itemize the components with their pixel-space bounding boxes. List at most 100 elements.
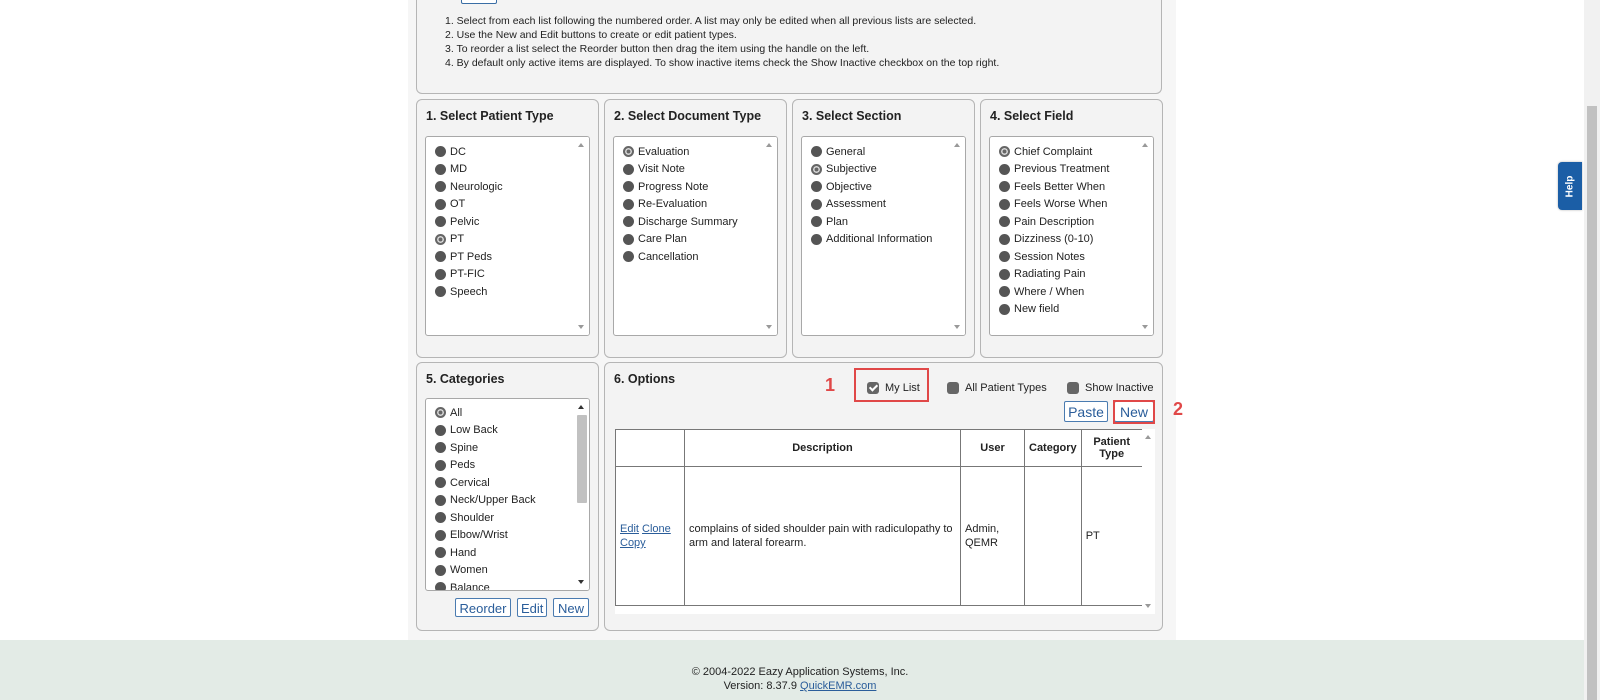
scroll-thumb[interactable] xyxy=(577,415,587,503)
list-item[interactable]: Session Notes xyxy=(999,248,1109,266)
radio-icon[interactable] xyxy=(999,268,1010,280)
list-item[interactable]: Radiating Pain xyxy=(999,266,1109,284)
edit-category-button[interactable]: Edit xyxy=(517,598,547,617)
radio-icon[interactable] xyxy=(435,529,446,541)
list-item[interactable]: Speech xyxy=(435,283,503,301)
list-item[interactable]: Spine xyxy=(435,439,536,457)
copy-link[interactable]: Copy xyxy=(620,537,646,549)
radio-icon[interactable] xyxy=(435,494,446,506)
radio-icon[interactable] xyxy=(435,442,446,454)
list-item[interactable]: PT xyxy=(435,231,503,249)
list-item[interactable]: Low Back xyxy=(435,422,536,440)
scroll-down-icon[interactable] xyxy=(578,580,584,584)
list-item[interactable]: Peds xyxy=(435,457,536,475)
radio-icon[interactable] xyxy=(435,459,446,471)
show-inactive-option[interactable]: Show Inactive xyxy=(1067,382,1153,394)
radio-icon[interactable] xyxy=(435,424,446,436)
list-item[interactable]: Dizziness (0-10) xyxy=(999,231,1109,249)
radio-icon[interactable] xyxy=(999,286,1010,298)
show-inactive-checkbox[interactable] xyxy=(1067,382,1079,394)
paste-button[interactable]: Paste xyxy=(1064,401,1108,422)
radio-icon[interactable] xyxy=(623,163,634,175)
list-item[interactable]: Feels Worse When xyxy=(999,196,1109,214)
radio-icon[interactable] xyxy=(999,251,1010,263)
scroll-down-icon[interactable] xyxy=(578,325,584,329)
list-item[interactable]: Previous Treatment xyxy=(999,161,1109,179)
reorder-button[interactable]: Reorder xyxy=(455,598,511,617)
list-item[interactable]: Discharge Summary xyxy=(623,213,738,231)
radio-icon[interactable] xyxy=(811,163,822,175)
list-item[interactable]: Evaluation xyxy=(623,143,738,161)
radio-icon[interactable] xyxy=(435,407,446,419)
list-item[interactable]: MD xyxy=(435,161,503,179)
radio-icon[interactable] xyxy=(999,216,1010,228)
radio-icon[interactable] xyxy=(999,198,1010,210)
radio-icon[interactable] xyxy=(435,233,446,245)
radio-icon[interactable] xyxy=(435,251,446,263)
radio-icon[interactable] xyxy=(811,181,822,193)
radio-icon[interactable] xyxy=(999,163,1010,175)
list-item[interactable]: Visit Note xyxy=(623,161,738,179)
document-type-scrollbar[interactable] xyxy=(762,137,777,335)
section-scrollbar[interactable] xyxy=(950,137,965,335)
radio-icon[interactable] xyxy=(623,233,634,245)
list-item[interactable]: Objective xyxy=(811,178,932,196)
list-item[interactable]: Care Plan xyxy=(623,231,738,249)
list-item[interactable]: OT xyxy=(435,196,503,214)
list-item[interactable]: Hand xyxy=(435,544,536,562)
list-item[interactable]: PT-FIC xyxy=(435,266,503,284)
radio-icon[interactable] xyxy=(435,477,446,489)
radio-icon[interactable] xyxy=(435,146,446,158)
list-item[interactable]: Neurologic xyxy=(435,178,503,196)
list-item[interactable]: Assessment xyxy=(811,196,932,214)
scroll-down-icon[interactable] xyxy=(954,325,960,329)
list-item[interactable]: General xyxy=(811,143,932,161)
scroll-up-icon[interactable] xyxy=(578,143,584,147)
list-item[interactable]: Feels Better When xyxy=(999,178,1109,196)
radio-icon[interactable] xyxy=(999,303,1010,315)
page-scrollbar[interactable] xyxy=(1584,0,1600,700)
radio-icon[interactable] xyxy=(811,146,822,158)
list-item[interactable]: Women xyxy=(435,562,536,580)
list-item[interactable]: Chief Complaint xyxy=(999,143,1109,161)
radio-icon[interactable] xyxy=(623,146,634,158)
new-category-button[interactable]: New xyxy=(553,598,589,617)
list-item[interactable]: New field xyxy=(999,301,1109,319)
radio-icon[interactable] xyxy=(435,512,446,524)
scroll-up-icon[interactable] xyxy=(954,143,960,147)
radio-icon[interactable] xyxy=(435,547,446,559)
field-scrollbar[interactable] xyxy=(1138,137,1153,335)
radio-icon[interactable] xyxy=(811,233,822,245)
radio-icon[interactable] xyxy=(435,181,446,193)
list-item[interactable]: Subjective xyxy=(811,161,932,179)
patient-type-list[interactable]: DC MD Neurologic OT Pelvic PT PT Peds PT-FIC Spe… xyxy=(425,136,590,336)
footer-quickemr-link[interactable]: QuickEMR.com xyxy=(800,680,876,692)
radio-icon[interactable] xyxy=(435,198,446,210)
scroll-up-icon[interactable] xyxy=(766,143,772,147)
edit-link[interactable]: Edit xyxy=(620,523,639,535)
categories-list[interactable]: All Low Back Spine Peds Cervical Neck/Upper B… xyxy=(425,398,590,591)
radio-icon[interactable] xyxy=(811,198,822,210)
list-item[interactable]: Plan xyxy=(811,213,932,231)
scroll-down-icon[interactable] xyxy=(766,325,772,329)
list-item[interactable]: Cancellation xyxy=(623,248,738,266)
radio-icon[interactable] xyxy=(999,233,1010,245)
list-item[interactable]: PT Peds xyxy=(435,248,503,266)
document-type-list[interactable]: Evaluation Visit Note Progress Note Re-Eval… xyxy=(613,136,778,336)
radio-icon[interactable] xyxy=(435,286,446,298)
list-item[interactable]: Progress Note xyxy=(623,178,738,196)
list-item[interactable]: DC xyxy=(435,143,503,161)
radio-icon[interactable] xyxy=(999,146,1010,158)
section-list[interactable]: General Subjective Objective Assessment Plan… xyxy=(801,136,966,336)
radio-icon[interactable] xyxy=(623,251,634,263)
radio-icon[interactable] xyxy=(623,216,634,228)
scroll-up-icon[interactable] xyxy=(1145,435,1151,439)
list-item[interactable]: Pain Description xyxy=(999,213,1109,231)
radio-icon[interactable] xyxy=(435,564,446,576)
radio-icon[interactable] xyxy=(623,181,634,193)
all-patient-types-option[interactable]: All Patient Types xyxy=(947,382,1047,394)
patient-type-scrollbar[interactable] xyxy=(574,137,589,335)
partial-button[interactable] xyxy=(461,0,497,4)
radio-icon[interactable] xyxy=(811,216,822,228)
radio-icon[interactable] xyxy=(435,216,446,228)
